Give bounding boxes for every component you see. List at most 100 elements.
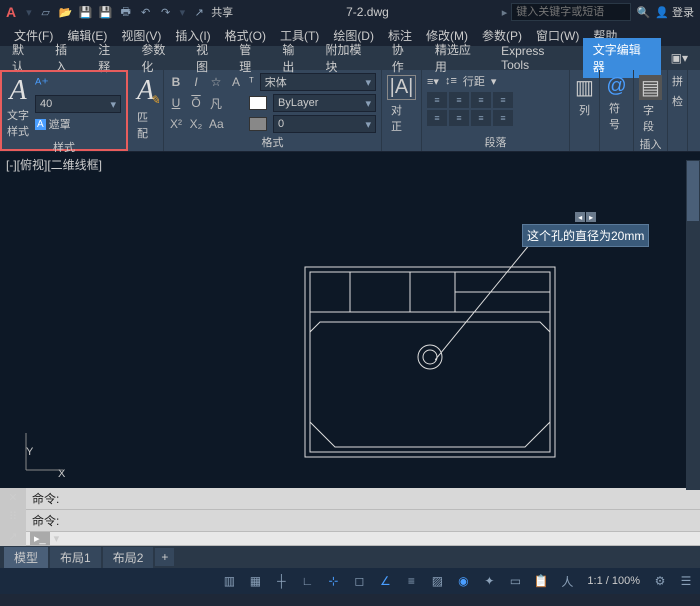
ortho-button[interactable]: ∟ [297,571,317,591]
case-button[interactable]: Aa [209,117,223,131]
dyn-button[interactable]: ▭ [505,571,525,591]
title-bar: A ▾ ▱ 📂 💾 💾 🖶 ↶ ↷ ▾ ↗ 共享 7-2.dwg ▸ 🔍 👤登录 [0,0,700,24]
align-bot-button[interactable]: ≡ [471,110,491,126]
share-icon[interactable]: ↗ [191,4,207,20]
ribbon-tabs: 默认 插入 注释 参数化 视图 管理 输出 附加模块 协作 精选应用 Expre… [0,46,700,70]
otrack-button[interactable]: ∠ [375,571,395,591]
command-gutter[interactable]: ✕ ⠿ ↗ [0,488,26,546]
bold-button[interactable]: B [169,75,183,89]
annoscale-button[interactable]: 人 [557,571,577,591]
snap-button[interactable]: ┼ [271,571,291,591]
columns-icon: ▥ [575,75,594,100]
arrow-right-icon[interactable]: ▸ [586,212,596,222]
panel-align: |A| 对正 [382,70,422,151]
layout-2[interactable]: 布局2 [103,547,154,568]
new-icon[interactable]: ▱ [38,4,54,20]
spell-label[interactable]: 拼 [672,73,683,89]
saveas-icon[interactable]: 💾 [98,4,114,20]
underline-button[interactable]: U [169,96,183,110]
overline-button[interactable]: Ō [189,96,203,110]
transparency-button[interactable]: ▨ [427,571,447,591]
tab-overflow-icon[interactable]: ▣▾ [661,48,698,68]
status-scale[interactable]: 1:1 / 100% [583,575,644,587]
text-annotation[interactable]: ◂▸ 这个孔的直径为20mm [522,212,649,247]
print-icon[interactable]: 🖶 [118,4,134,20]
symbol-button[interactable]: @符号 [605,73,628,134]
command-chevron-icon[interactable]: ▸_ [30,532,50,545]
grid-button[interactable]: ▦ [245,571,265,591]
gear-icon[interactable]: ⚙ [650,571,670,591]
color-swatch[interactable] [249,96,267,110]
arrow-left-icon[interactable]: ◂ [575,212,585,222]
a-button[interactable]: A [229,75,243,89]
subscript-button[interactable]: X₂ [189,117,203,131]
close-icon[interactable]: ✕ [8,491,17,504]
superscript-button[interactable]: X² [169,117,183,131]
align-dist-button[interactable]: ≡ [493,110,513,126]
align-justify-button[interactable]: ≡ [493,92,513,108]
osnap-button[interactable]: ◻ [349,571,369,591]
command-input-row[interactable]: ▸_ ▾ [26,532,700,546]
field-icon: ▤ [639,75,662,100]
lineheight-icon[interactable]: ↕≡ [445,75,457,87]
align-mid-button[interactable]: ≡ [449,110,469,126]
y-axis-label: Y [26,446,33,458]
drawing-canvas[interactable]: [-][俯视][二维线框] ◂▸ 这个孔的直径为20mm Y X [0,152,700,488]
panel-columns: ▥列 [570,70,600,151]
align-button[interactable]: |A| 对正 [387,73,416,136]
3dosnap-button[interactable]: ✦ [479,571,499,591]
columns-button[interactable]: ▥列 [575,73,594,120]
search-input[interactable] [511,3,631,21]
share-label[interactable]: 共享 [211,4,233,20]
layout-model[interactable]: 模型 [4,547,48,568]
grip-icon[interactable]: ⠿ [9,510,17,523]
layout-1[interactable]: 布局1 [50,547,101,568]
font-dropdown[interactable]: 宋体 [260,73,376,91]
align-center-button[interactable]: ≡ [449,92,469,108]
redo-icon[interactable]: ↷ [158,4,174,20]
match-button[interactable]: A✎ 匹配 [133,73,158,143]
align-left-button[interactable]: ≡ [427,92,447,108]
cycling-button[interactable]: ◉ [453,571,473,591]
align-right-button[interactable]: ≡ [471,92,491,108]
mask-icon[interactable]: A [35,119,46,130]
open-icon[interactable]: 📂 [58,4,74,20]
annotative-icon[interactable]: ᴬ⁺ [35,75,121,92]
command-dropdown-icon[interactable]: ▾ [54,532,60,545]
text-height-dropdown[interactable]: 40 [35,95,121,113]
chevron-down-icon[interactable]: ▾ [491,75,497,88]
save-icon[interactable]: 💾 [78,4,94,20]
stack-button[interactable]: 凡 [209,95,223,112]
layout-add-button[interactable]: + [155,548,174,566]
align-top-button[interactable]: ≡ [427,110,447,126]
field-button[interactable]: ▤字段 [639,73,662,136]
lineheight-label[interactable]: 行距 [463,73,485,89]
scrollbar-vertical[interactable] [686,160,700,490]
x-axis-label: X [58,468,65,480]
panel-style: A 文字 样式 ᴬ⁺ 40 A遮罩 样式 [0,70,128,151]
view-label[interactable]: [-][俯视][二维线框] [6,156,102,173]
mask-label[interactable]: 遮罩 [49,116,71,132]
undo-icon[interactable]: ↶ [138,4,154,20]
polar-button[interactable]: ⊹ [323,571,343,591]
scrollbar-thumb[interactable] [687,161,699,221]
layer-dropdown[interactable]: ByLayer [273,94,376,112]
login-button[interactable]: 👤登录 [655,4,694,20]
search-icon[interactable]: 🔍 [635,4,651,20]
check-label[interactable]: 检 [672,93,683,109]
annotation-handle[interactable]: ◂▸ [575,212,596,222]
annotation-text[interactable]: 这个孔的直径为20mm [522,224,649,247]
qprops-button[interactable]: 📋 [531,571,551,591]
italic-button[interactable]: I [189,75,203,89]
bullets-icon[interactable]: ≡▾ [427,75,439,88]
expand-icon[interactable]: ↗ [8,530,17,543]
bg-swatch[interactable] [249,117,267,131]
font-prefix: ᵀ [249,76,254,88]
bg-dropdown[interactable]: 0 [273,115,376,133]
lineweight-button[interactable]: ≡ [401,571,421,591]
customize-button[interactable]: ☰ [676,571,696,591]
model-button[interactable]: ▥ [219,571,239,591]
font-button[interactable]: ☆ [209,75,223,89]
text-style-icon[interactable]: A [9,75,26,107]
panel-paragraph-label: 段落 [427,134,564,151]
